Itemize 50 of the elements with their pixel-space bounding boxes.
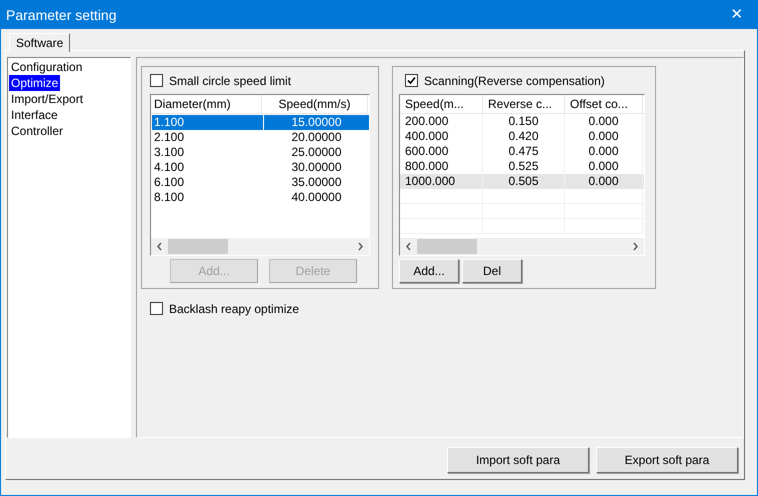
table-cell-text: 8.100	[153, 190, 186, 205]
horizontal-scrollbar[interactable]	[400, 238, 644, 255]
table-cell: 20.00000	[263, 130, 369, 145]
table-row[interactable]: 1000.000 0.505 0.000	[400, 174, 644, 189]
table-cell: 0.505	[483, 174, 565, 189]
table-cell-text: 4.100	[153, 160, 186, 175]
table-cell: 0.000	[565, 174, 643, 189]
table-cell: 15.00000	[263, 115, 369, 130]
column-header[interactable]: Reverse c...	[483, 95, 565, 113]
scroll-thumb[interactable]	[417, 239, 477, 254]
checkbox-label: Scanning(Reverse compensation)	[424, 74, 605, 86]
table-row[interactable]: 8.100 40.00000	[152, 190, 369, 205]
table-cell-text: 2.100	[153, 130, 186, 145]
table-cell: 25.00000	[263, 145, 369, 160]
column-header[interactable]: Offset co...	[565, 95, 643, 113]
scroll-thumb[interactable]	[168, 239, 228, 254]
close-button[interactable]: ✕	[717, 1, 757, 29]
list-item[interactable]: Controller	[9, 123, 66, 139]
tab[interactable]: Software	[9, 33, 70, 52]
table-row[interactable]: 4.100 30.00000	[152, 160, 369, 175]
checkbox[interactable]	[150, 74, 163, 87]
checkbox-label: Small circle speed limit	[169, 74, 292, 86]
push-button[interactable]: Export soft para	[596, 447, 738, 473]
table-row[interactable]: 2.100 20.00000	[152, 130, 369, 145]
table-row[interactable]: 3.100 25.00000	[152, 145, 369, 160]
push-button[interactable]: Add...	[399, 259, 459, 283]
checkmark-icon	[407, 76, 416, 85]
checkbox[interactable]	[150, 302, 163, 315]
table-row[interactable]: 6.100 35.00000	[152, 175, 369, 190]
list-item[interactable]: Configuration	[9, 59, 84, 75]
list-item[interactable]: Import/Export	[9, 91, 86, 107]
table-cell: 40.00000	[263, 190, 369, 205]
list-item[interactable]: Interface	[9, 107, 60, 123]
push-button[interactable]: Del	[462, 259, 522, 283]
table-cell: 35.00000	[263, 175, 369, 190]
table-cell-text: 3.100	[153, 145, 186, 160]
column-header[interactable]: Speed(m...	[400, 95, 483, 113]
table-cell: 1000.000	[400, 174, 483, 189]
push-button[interactable]: Import soft para	[447, 447, 589, 473]
table-cell: 30.00000	[263, 160, 369, 175]
column-header[interactable]: Diameter(mm)	[151, 95, 262, 113]
table-cell-text: 1.100	[153, 115, 186, 130]
horizontal-scrollbar[interactable]	[151, 238, 369, 255]
checkbox-label: Backlash reapy optimize	[169, 302, 300, 314]
table-row[interactable]: 1.100 15.00000	[152, 115, 369, 130]
checkbox[interactable]	[405, 74, 418, 87]
table-cell-text: 6.100	[153, 175, 186, 190]
column-header[interactable]: Speed(mm/s)	[262, 95, 368, 113]
window-title: Parameter setting	[6, 6, 116, 25]
list-item[interactable]: Optimize	[9, 75, 60, 91]
